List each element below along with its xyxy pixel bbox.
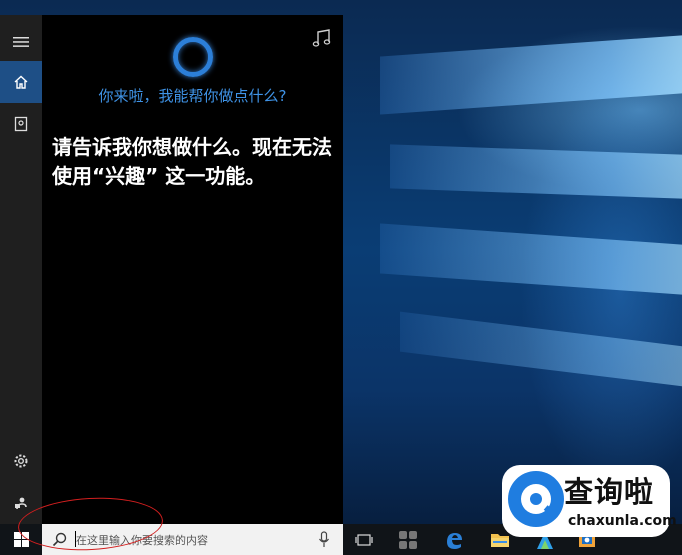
cortana-greeting: 你来啦，我能帮你做点什么? xyxy=(98,87,287,105)
cortana-panel: 你来啦，我能帮你做点什么? 请告诉我你想做什么。现在无法使用“兴趣” 这一功能。 xyxy=(0,15,343,524)
watermark-badge: 查询啦 chaxunla.com xyxy=(502,465,677,537)
task-view-icon[interactable] xyxy=(352,528,376,552)
gear-icon[interactable] xyxy=(0,440,42,482)
music-note-icon[interactable] xyxy=(312,27,332,49)
cortana-sidebar xyxy=(0,15,42,524)
brand-name: 查询啦 xyxy=(564,475,655,509)
brand-logo-icon xyxy=(508,471,564,527)
hamburger-menu-icon[interactable] xyxy=(0,21,42,63)
notebook-icon[interactable] xyxy=(0,103,42,145)
cortana-content: 你来啦，我能帮你做点什么? 请告诉我你想做什么。现在无法使用“兴趣” 这一功能。 xyxy=(42,15,343,524)
home-icon[interactable] xyxy=(0,61,42,103)
brand-url: chaxunla.com xyxy=(568,513,677,529)
app-icon[interactable] xyxy=(396,528,420,552)
cortana-logo-icon xyxy=(173,37,213,77)
cortana-message: 请告诉我你想做什么。现在无法使用“兴趣” 这一功能。 xyxy=(52,135,332,188)
microphone-icon[interactable] xyxy=(318,531,330,548)
edge-icon[interactable] xyxy=(442,528,466,552)
